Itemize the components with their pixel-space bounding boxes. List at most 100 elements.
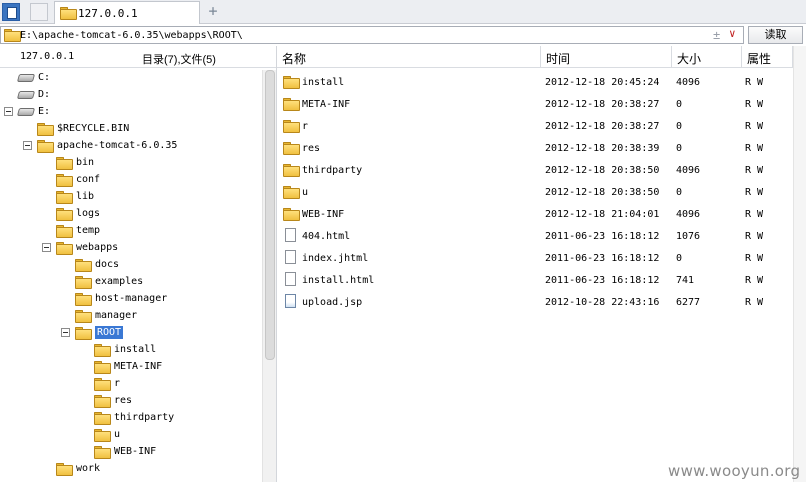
tree-item[interactable]: D: bbox=[0, 86, 260, 103]
collapse-toggle-icon[interactable] bbox=[4, 107, 13, 116]
folder-icon bbox=[94, 378, 111, 391]
tree-item[interactable]: C: bbox=[0, 69, 260, 86]
tree-item-label: examples bbox=[95, 276, 144, 287]
collapse-toggle-icon[interactable] bbox=[42, 243, 51, 252]
tree-item[interactable]: E: bbox=[0, 103, 260, 120]
scroll-thumb[interactable] bbox=[265, 70, 275, 360]
tree-item[interactable]: webapps bbox=[0, 239, 260, 256]
folder-icon bbox=[283, 76, 300, 89]
folder-icon bbox=[56, 463, 73, 476]
column-attr[interactable]: 属性 bbox=[742, 46, 793, 68]
file-attr: R W bbox=[745, 253, 764, 264]
window-toggle-button[interactable] bbox=[2, 3, 20, 21]
tree-item[interactable]: thirdparty bbox=[0, 409, 260, 426]
file-row[interactable]: WEB-INF 2012-12-18 21:04:01 4096 R W bbox=[277, 203, 806, 225]
tree-item-label: C: bbox=[38, 72, 51, 83]
read-button[interactable]: 读取 bbox=[748, 26, 803, 44]
column-name[interactable]: 名称 bbox=[277, 46, 541, 68]
file-row[interactable]: thirdparty 2012-12-18 20:38:50 4096 R W bbox=[277, 159, 806, 181]
file-row[interactable]: upload.jsp 2012-10-28 22:43:16 6277 R W bbox=[277, 291, 806, 313]
tree-item[interactable]: lib bbox=[0, 188, 260, 205]
tree-scrollbar[interactable] bbox=[262, 70, 276, 482]
file-row[interactable]: res 2012-12-18 20:38:39 0 R W bbox=[277, 137, 806, 159]
file-row[interactable]: install.html 2011-06-23 16:18:12 741 R W bbox=[277, 269, 806, 291]
file-attr: R W bbox=[745, 275, 764, 286]
file-size: 4096 bbox=[676, 77, 701, 88]
file-size: 0 bbox=[676, 121, 683, 132]
file-time: 2011-06-23 16:18:12 bbox=[545, 253, 660, 264]
path-input[interactable]: E:\apache-tomcat-6.0.35\webapps\ROOT\ ± … bbox=[0, 26, 744, 44]
tree-item[interactable]: work bbox=[0, 460, 260, 477]
tree-item[interactable]: WEB-INF bbox=[0, 443, 260, 460]
file-name: 404.html bbox=[302, 231, 351, 242]
folder-icon bbox=[75, 327, 92, 340]
file-attr: R W bbox=[745, 99, 764, 110]
tree-item[interactable]: ROOT bbox=[0, 324, 260, 341]
tree-item[interactable]: examples bbox=[0, 273, 260, 290]
tree-item-label: lib bbox=[76, 191, 95, 202]
tree-item[interactable]: bin bbox=[0, 154, 260, 171]
file-row[interactable]: META-INF 2012-12-18 20:38:27 0 R W bbox=[277, 93, 806, 115]
tree-item[interactable]: conf bbox=[0, 171, 260, 188]
tree-item[interactable]: $RECYCLE.BIN bbox=[0, 120, 260, 137]
tree-item[interactable]: manager bbox=[0, 307, 260, 324]
watermark: www.wooyun.org bbox=[668, 462, 801, 480]
tree-item-label: install bbox=[114, 344, 157, 355]
folder-icon bbox=[94, 395, 111, 408]
file-attr: R W bbox=[745, 209, 764, 220]
directory-tree-pane: 127.0.0.1 目录(7),文件(5) C: D: E: $RECYCLE.BIN… bbox=[0, 46, 276, 482]
file-time: 2012-12-18 21:04:01 bbox=[545, 209, 660, 220]
file-row[interactable]: u 2012-12-18 20:38:50 0 R W bbox=[277, 181, 806, 203]
blank-tab-button[interactable] bbox=[30, 3, 48, 21]
file-row[interactable]: index.jhtml 2011-06-23 16:18:12 0 R W bbox=[277, 247, 806, 269]
chevron-down-icon[interactable]: ∨ bbox=[729, 27, 736, 40]
folder-icon bbox=[37, 140, 54, 153]
folder-icon bbox=[56, 174, 73, 187]
tree-item[interactable]: u bbox=[0, 426, 260, 443]
tree-item[interactable]: install bbox=[0, 341, 260, 358]
file-size: 741 bbox=[676, 275, 695, 286]
tree-item-label: res bbox=[114, 395, 133, 406]
file-time: 2012-10-28 22:43:16 bbox=[545, 297, 660, 308]
tree-item[interactable]: host-manager bbox=[0, 290, 260, 307]
folder-icon bbox=[56, 225, 73, 238]
file-name: u bbox=[302, 187, 309, 198]
new-tab-button[interactable]: + bbox=[206, 3, 220, 20]
tree-item[interactable]: docs bbox=[0, 256, 260, 273]
clear-icon[interactable]: ± bbox=[713, 28, 720, 42]
collapse-toggle-icon[interactable] bbox=[61, 328, 70, 337]
file-size: 0 bbox=[676, 253, 683, 264]
tree-item-label: docs bbox=[95, 259, 120, 270]
tree-item[interactable]: apache-tomcat-6.0.35 bbox=[0, 137, 260, 154]
folder-icon bbox=[4, 29, 21, 42]
column-time[interactable]: 时间 bbox=[541, 46, 672, 68]
tree-item-label: bin bbox=[76, 157, 95, 168]
tree-item[interactable]: res bbox=[0, 392, 260, 409]
file-list-scrollbar[interactable] bbox=[793, 46, 806, 482]
folder-icon bbox=[56, 191, 73, 204]
file-row[interactable]: 404.html 2011-06-23 16:18:12 1076 R W bbox=[277, 225, 806, 247]
file-time: 2011-06-23 16:18:12 bbox=[545, 231, 660, 242]
file-row[interactable]: r 2012-12-18 20:38:27 0 R W bbox=[277, 115, 806, 137]
file-row[interactable]: install 2012-12-18 20:45:24 4096 R W bbox=[277, 71, 806, 93]
folder-icon bbox=[283, 164, 300, 177]
folder-icon bbox=[75, 276, 92, 289]
tree-item[interactable]: META-INF bbox=[0, 358, 260, 375]
file-attr: R W bbox=[745, 121, 764, 132]
file-time: 2012-12-18 20:38:50 bbox=[545, 187, 660, 198]
file-time: 2012-12-18 20:38:50 bbox=[545, 165, 660, 176]
tree-item[interactable]: r bbox=[0, 375, 260, 392]
collapse-toggle-icon[interactable] bbox=[23, 141, 32, 150]
tree-item-label: logs bbox=[76, 208, 101, 219]
tab-label: 127.0.0.1 bbox=[78, 7, 138, 20]
tree-item-label: $RECYCLE.BIN bbox=[57, 123, 130, 134]
file-time: 2012-12-18 20:38:27 bbox=[545, 121, 660, 132]
folder-icon bbox=[283, 120, 300, 133]
tree-item[interactable]: logs bbox=[0, 205, 260, 222]
column-size[interactable]: 大小 bbox=[672, 46, 742, 68]
tree-item-label: work bbox=[76, 463, 101, 474]
item-count: 目录(7),文件(5) bbox=[142, 54, 216, 66]
file-attr: R W bbox=[745, 165, 764, 176]
tree-item[interactable]: temp bbox=[0, 222, 260, 239]
tab-host[interactable]: 127.0.0.1 bbox=[54, 1, 200, 24]
